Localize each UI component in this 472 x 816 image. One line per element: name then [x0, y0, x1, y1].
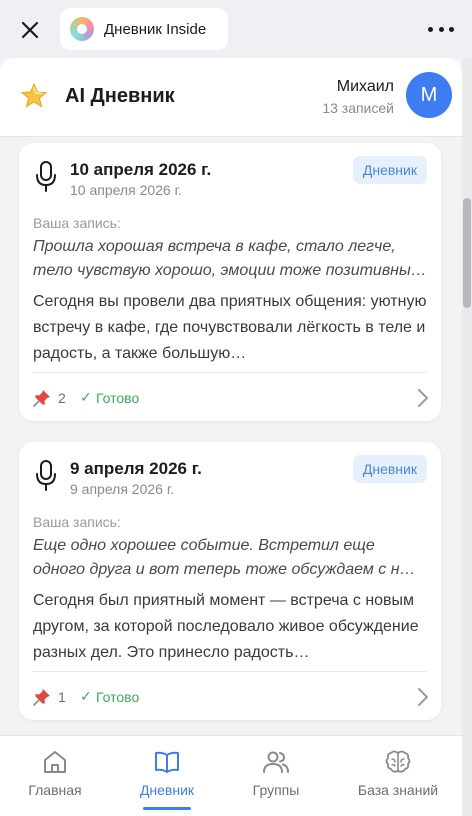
entry-date: 10 апреля 2026 г. — [70, 182, 182, 198]
active-tab-indicator — [143, 807, 191, 810]
chevron-right-icon[interactable] — [417, 388, 429, 408]
bottom-tab-bar: Главная Дневник Группы База знаний — [0, 735, 462, 816]
app-sheet: AI Дневник Михаил 13 записей M 10 апреля… — [0, 58, 462, 816]
chevron-right-icon[interactable] — [417, 687, 429, 707]
tab-groups[interactable]: Группы — [221, 748, 331, 812]
diary-entry-card[interactable]: 9 апреля 2026 г. 9 апреля 2026 г. Дневни… — [19, 442, 441, 720]
microphone-icon — [36, 161, 56, 192]
pin-count: 1 — [58, 689, 66, 705]
entry-summary: Сегодня был приятный момент — встреча с … — [33, 592, 419, 661]
app-title-pill[interactable]: Дневник Inside — [60, 8, 228, 50]
scrollbar[interactable] — [462, 58, 472, 816]
users-icon — [263, 751, 289, 773]
entry-text: Прошла хорошая встреча в кафе, стало лег… — [33, 238, 427, 279]
check-icon: ✓ — [80, 688, 92, 704]
entry-text: Еще одно хорошее событие. Встретил еще о… — [33, 537, 416, 578]
entry-label: Ваша запись: — [33, 514, 121, 530]
entries-count: 13 записей — [322, 100, 394, 116]
tab-label: Группы — [252, 782, 300, 798]
app-name: Дневник Inside — [104, 20, 207, 38]
diary-entry-card[interactable]: 10 апреля 2026 г. 10 апреля 2026 г. Днев… — [19, 143, 441, 421]
scrollbar-thumb[interactable] — [463, 198, 471, 308]
tab-diary[interactable]: Дневник — [112, 748, 222, 812]
entry-date: 9 апреля 2026 г. — [70, 481, 175, 497]
entry-type-badge: Дневник — [352, 156, 427, 184]
entry-type-badge: Дневник — [352, 455, 427, 483]
page-header: AI Дневник Михаил 13 записей M — [0, 58, 462, 137]
star-icon — [20, 82, 48, 108]
book-icon — [155, 751, 179, 773]
page-title: AI Дневник — [65, 85, 175, 107]
tab-label: База знаний — [357, 782, 439, 798]
status-text: Готово — [96, 390, 140, 406]
tab-knowledge-base[interactable]: База знаний — [343, 748, 453, 812]
more-dot-icon — [428, 26, 433, 32]
more-options-button[interactable] — [428, 18, 454, 40]
entry-title: 9 апреля 2026 г. — [70, 459, 202, 478]
app-logo-icon — [70, 17, 94, 41]
brain-icon — [385, 750, 411, 773]
pushpin-icon — [33, 689, 50, 706]
avatar[interactable]: M — [406, 72, 452, 118]
home-icon — [44, 751, 66, 773]
tab-home[interactable]: Главная — [0, 748, 110, 812]
microphone-icon — [36, 460, 56, 491]
check-icon: ✓ — [80, 389, 92, 405]
user-name: Михаил — [336, 78, 394, 95]
card-divider — [33, 372, 427, 373]
card-divider — [33, 671, 427, 672]
entry-summary: Сегодня вы провели два приятных общения:… — [33, 293, 427, 362]
tab-label: Главная — [28, 782, 82, 798]
pin-count: 2 — [58, 390, 66, 406]
entry-label: Ваша запись: — [33, 215, 121, 231]
tab-label: Дневник — [139, 782, 195, 798]
close-button[interactable] — [14, 14, 46, 46]
mini-app-topbar: Дневник Inside — [0, 0, 472, 58]
entry-title: 10 апреля 2026 г. — [70, 160, 212, 179]
more-dot-icon — [449, 26, 454, 32]
more-dot-icon — [438, 26, 444, 32]
pushpin-icon — [33, 390, 50, 407]
status-text: Готово — [96, 689, 140, 705]
close-icon — [21, 21, 39, 39]
